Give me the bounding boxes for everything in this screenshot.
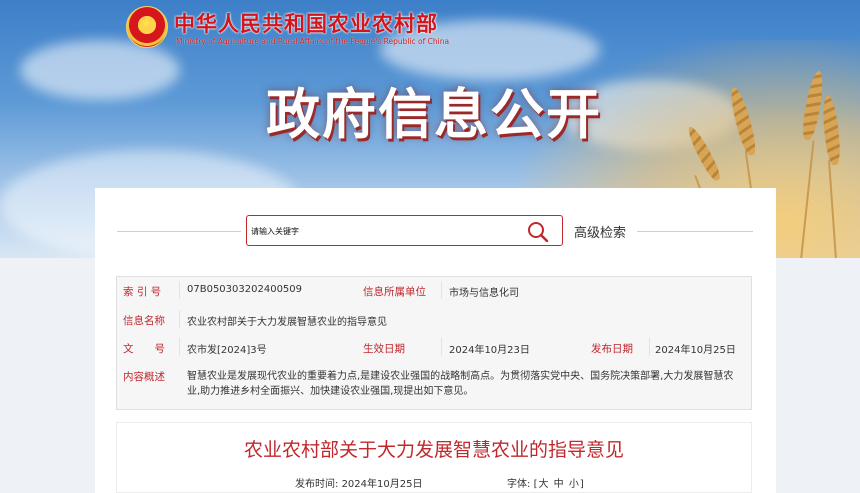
article-title: 农业农村部关于大力发展智慧农业的指导意见 [243, 439, 624, 461]
name-label: 信息名称 [123, 315, 165, 327]
divider [441, 338, 442, 356]
info-table: 索 引 号 07B050303202400509 信息所属单位 市场与信息化司 … [116, 276, 752, 410]
doc-number-value: 农市发[2024]3号 [187, 345, 267, 356]
ministry-name-en: Ministry of Agriculture and Rural Affair… [176, 37, 450, 46]
ministry-name-cn[interactable]: 中华人民共和国农业农村部 [174, 8, 438, 38]
index-label: 索 引 号 [123, 286, 162, 298]
font-size-small-button[interactable]: 小 [568, 479, 580, 490]
effective-date-label: 生效日期 [363, 343, 405, 355]
publish-time-value: 2024年10月25日 [341, 479, 423, 490]
cloud-decoration [20, 40, 180, 100]
font-size-large-button[interactable]: 大 [537, 479, 549, 490]
font-size-medium-button[interactable]: 中 [553, 479, 565, 490]
divider [179, 338, 180, 356]
dept-value: 市场与信息化司 [449, 288, 519, 299]
font-size-label: 字体: [507, 479, 531, 490]
star-icon: ★ [141, 16, 152, 30]
divider [179, 281, 180, 299]
divider [637, 231, 753, 232]
search-input[interactable] [251, 221, 511, 241]
doc-number-label: 文 号 [123, 343, 165, 355]
issued-date-value: 2024年10月25日 [655, 345, 736, 356]
divider [649, 338, 650, 356]
name-value: 农业农村部关于大力发展智慧农业的指导意见 [187, 317, 387, 328]
search-box [246, 215, 563, 246]
search-button[interactable] [526, 220, 550, 243]
banner-title: 政府信息公开 [266, 83, 602, 146]
search-icon [528, 222, 549, 243]
divider [441, 281, 442, 299]
font-size-control: 字体: [大 中 小] [507, 475, 584, 490]
font-bracket-close: ] [579, 479, 584, 490]
national-emblem-icon[interactable]: ★ [126, 6, 168, 48]
summary-text: 智慧农业是发展现代农业的重要着力点,是建设农业强国的战略制高点。为贯彻落实党中央… [187, 371, 734, 397]
index-value: 07B050303202400509 [187, 284, 303, 295]
article-card: 农业农村部关于大力发展智慧农业的指导意见 发布时间: 2024年10月25日 字… [116, 422, 752, 493]
divider [117, 231, 241, 232]
summary-label: 内容概述 [123, 371, 165, 383]
divider [179, 310, 180, 328]
issued-date-label: 发布日期 [591, 343, 633, 355]
advanced-search-link[interactable]: 高级检索 [574, 222, 626, 241]
publish-time: 发布时间: 2024年10月25日 [295, 475, 422, 490]
effective-date-value: 2024年10月23日 [449, 345, 530, 356]
publish-time-label: 发布时间: [295, 479, 339, 490]
dept-label: 信息所属单位 [363, 286, 426, 298]
